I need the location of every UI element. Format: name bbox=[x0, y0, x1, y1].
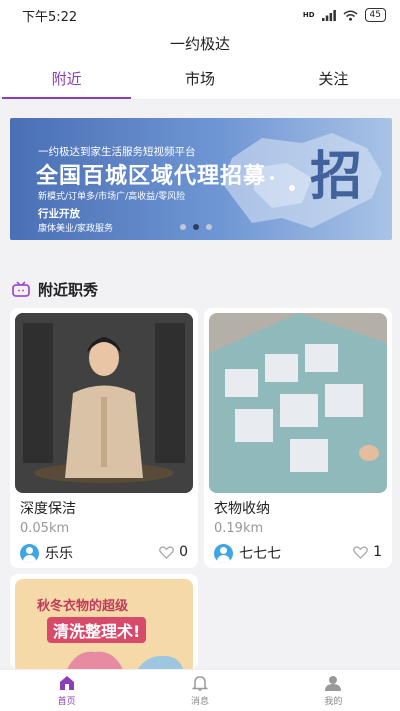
heart-icon bbox=[353, 545, 368, 559]
video-thumbnail bbox=[209, 313, 387, 493]
pagination-dot-active[interactable] bbox=[193, 224, 199, 230]
nav-home[interactable]: 首页 bbox=[0, 670, 133, 711]
banner-headline: 全国百城区域代理招募 bbox=[36, 164, 267, 189]
app-title: 一约极达 bbox=[0, 30, 400, 58]
pagination-dot[interactable] bbox=[206, 224, 212, 230]
thumbnail-text: 秋冬衣物的超级 bbox=[37, 599, 129, 614]
banner-line1: 一约极达到家生活服务短视频平台 bbox=[38, 146, 196, 158]
bell-icon bbox=[191, 676, 209, 691]
video-thumbnail bbox=[15, 313, 193, 493]
nav-label: 消息 bbox=[190, 697, 209, 707]
cleaner-photo bbox=[15, 313, 193, 493]
video-card[interactable]: 衣物收纳 0.19km 七七七 1 bbox=[204, 308, 392, 568]
heart-icon bbox=[159, 545, 174, 559]
thumbnail-text: 清洗整理术! bbox=[47, 617, 147, 643]
promo-banner[interactable]: 招 一约极达到家生活服务短视频平台 全国百城区域代理招募 新模式/订单多/市场广… bbox=[10, 118, 392, 240]
card-title: 深度保洁 bbox=[20, 501, 76, 517]
video-thumbnail: 秋冬衣物的超级 清洗整理术! bbox=[15, 579, 193, 669]
tab-following[interactable]: 关注 bbox=[267, 58, 400, 99]
wifi-icon bbox=[343, 10, 358, 21]
card-author[interactable]: 七七七 bbox=[214, 543, 281, 563]
status-time: 下午5:22 bbox=[22, 9, 78, 25]
signal-icon bbox=[321, 9, 336, 21]
storage-photo bbox=[209, 313, 387, 493]
card-distance: 0.19km bbox=[214, 521, 264, 536]
status-bar: 下午5:22 HD 45 bbox=[0, 0, 400, 30]
like-count: 0 bbox=[179, 544, 188, 560]
nav-messages[interactable]: 消息 bbox=[133, 670, 266, 711]
tab-market[interactable]: 市场 bbox=[133, 58, 266, 99]
pagination-dot[interactable] bbox=[180, 224, 186, 230]
user-icon bbox=[325, 676, 342, 691]
video-card[interactable]: 秋冬衣物的超级 清洗整理术! bbox=[10, 574, 198, 669]
video-card[interactable]: 深度保洁 0.05km 乐乐 0 bbox=[10, 308, 198, 568]
home-icon bbox=[59, 676, 74, 690]
tv-icon bbox=[12, 281, 30, 297]
clothes-graphic bbox=[67, 651, 184, 669]
banner-line5: 康体美业/家政服务 bbox=[38, 224, 114, 234]
status-icons: HD 45 bbox=[303, 8, 386, 22]
top-tabs: 附近 市场 关注 bbox=[0, 58, 400, 100]
banner-big-char: 招 bbox=[310, 147, 363, 207]
section-header: 附近职秀 bbox=[12, 278, 98, 300]
author-name: 乐乐 bbox=[45, 546, 73, 562]
author-name: 七七七 bbox=[239, 546, 281, 562]
section-title: 附近职秀 bbox=[38, 280, 99, 299]
network-label: HD bbox=[302, 11, 315, 19]
banner-pagination bbox=[180, 224, 212, 230]
avatar bbox=[214, 543, 233, 563]
nav-label: 首页 bbox=[57, 697, 76, 707]
avatar bbox=[20, 543, 39, 563]
like-count: 1 bbox=[373, 544, 382, 560]
like-button[interactable]: 1 bbox=[353, 544, 382, 560]
tab-nearby[interactable]: 附近 bbox=[0, 58, 133, 99]
nav-profile[interactable]: 我的 bbox=[267, 670, 400, 711]
bottom-navigation: 首页 消息 我的 bbox=[0, 669, 400, 711]
card-distance: 0.05km bbox=[20, 521, 70, 536]
banner-line4: 行业开放 bbox=[38, 208, 80, 220]
card-author[interactable]: 乐乐 bbox=[20, 543, 73, 563]
battery-icon: 45 bbox=[364, 8, 386, 22]
card-title: 衣物收纳 bbox=[214, 501, 270, 517]
like-button[interactable]: 0 bbox=[159, 544, 188, 560]
nav-label: 我的 bbox=[324, 697, 343, 707]
banner-line3: 新模式/订单多/市场广/高收益/零风险 bbox=[38, 192, 186, 202]
